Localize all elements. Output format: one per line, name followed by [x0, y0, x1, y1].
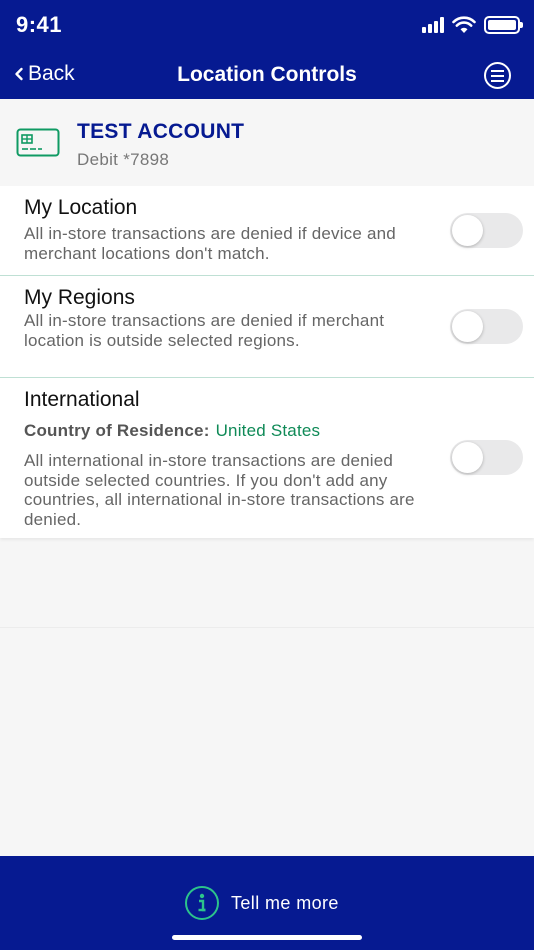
tell-me-more-label: Tell me more — [231, 892, 339, 913]
cellular-signal-icon — [422, 17, 444, 33]
account-number: Debit *7898 — [77, 150, 170, 169]
status-time: 9:41 — [16, 12, 63, 37]
home-indicator — [172, 935, 362, 940]
card-icon — [16, 128, 60, 157]
international-toggle[interactable] — [450, 440, 523, 475]
battery-icon — [484, 16, 523, 34]
page-title: Location Controls — [177, 63, 357, 86]
residence-label: Country of Residence: — [24, 421, 210, 440]
footer-bar: Tell me more — [0, 856, 534, 950]
status-icons — [422, 14, 523, 36]
location-controls-list: My Location All in-store transactions ar… — [0, 186, 534, 538]
control-title: International — [24, 388, 140, 411]
info-icon — [185, 886, 219, 920]
country-of-residence: Country of Residence: United States — [24, 421, 320, 441]
wifi-icon — [452, 16, 476, 33]
control-international: International Country of Residence: Unite… — [0, 186, 534, 538]
control-description: All international in-store transactions … — [24, 451, 415, 529]
top-bar: 9:41 Back Location Controls — [0, 0, 534, 99]
empty-area — [0, 538, 534, 628]
menu-icon[interactable] — [484, 62, 511, 89]
residence-value: United States — [215, 421, 321, 440]
account-name: TEST ACCOUNT — [77, 120, 245, 143]
tell-me-more-button[interactable]: Tell me more — [185, 886, 339, 920]
